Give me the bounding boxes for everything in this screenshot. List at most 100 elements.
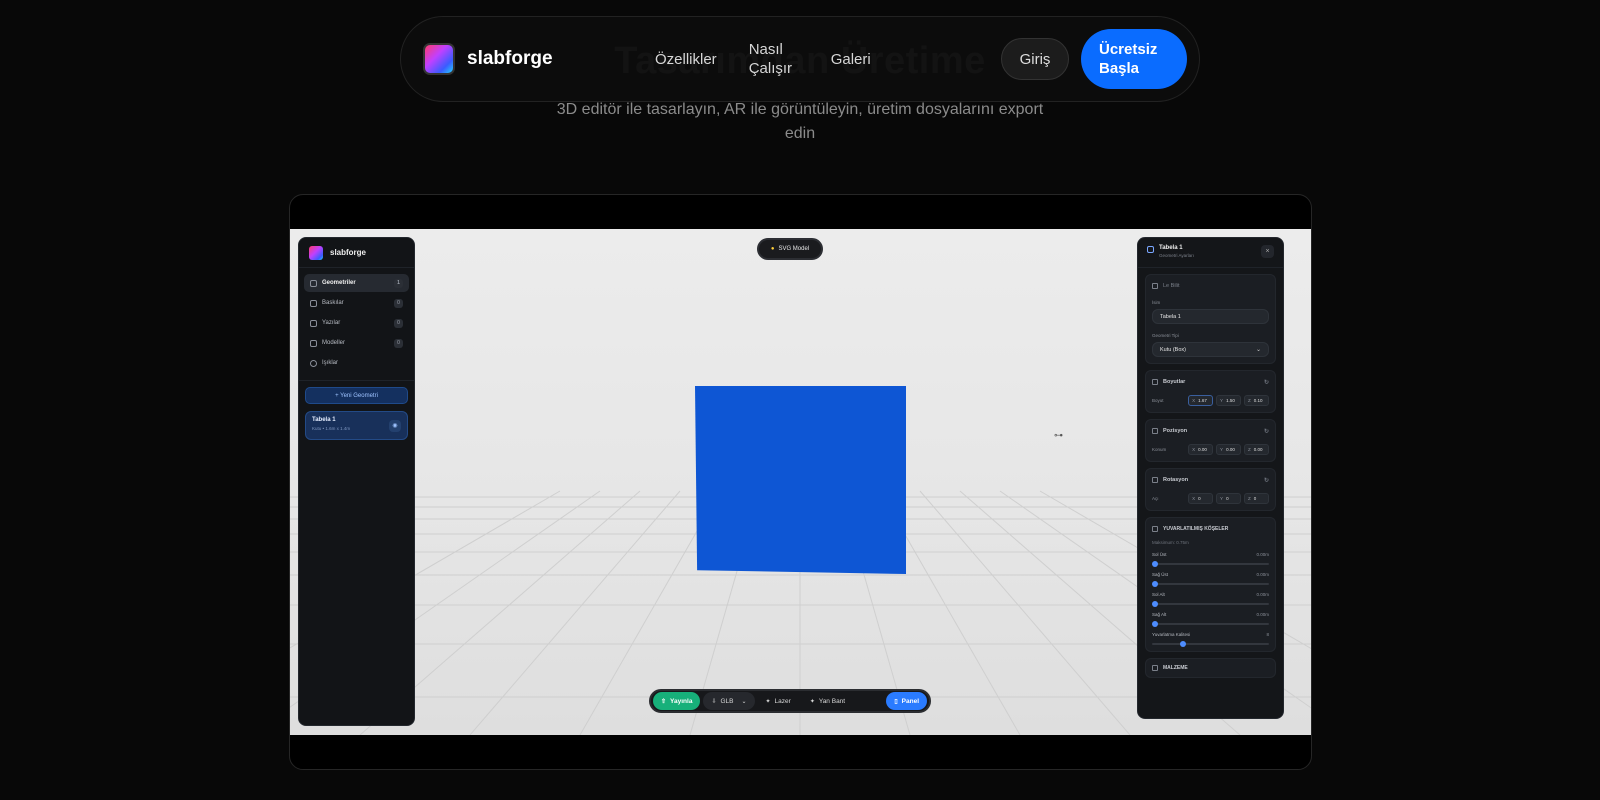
svg-model-button[interactable]: ● SVG Model: [757, 238, 823, 260]
slider-knob[interactable]: [1152, 601, 1158, 607]
material-icon: [1152, 665, 1158, 671]
name-value: Tabela 1: [1160, 313, 1181, 320]
get-started-button[interactable]: Ücretsiz Başla: [1081, 29, 1187, 89]
brand[interactable]: slabforge: [423, 43, 643, 75]
section-title: YUVARLATILMIŞ KÖŞELER: [1163, 526, 1229, 532]
slider-label: Yuvarlatma Kalitesi: [1152, 632, 1191, 637]
move-icon: [1152, 428, 1158, 434]
expand-icon: [1152, 379, 1158, 385]
cube-icon: [1147, 246, 1154, 253]
text-icon: [310, 319, 317, 327]
laser-button[interactable]: ✦ Lazer: [758, 692, 799, 710]
side-band-label: Yan Bant: [818, 697, 846, 705]
slider-value: 0.00m: [1256, 572, 1269, 577]
slider-knob[interactable]: [1152, 581, 1158, 587]
sidebar-item-models[interactable]: Modeller 0: [304, 334, 409, 352]
sidebar-item-texts[interactable]: Yazılar 0: [304, 314, 409, 332]
sidebar-item-label: Yazılar: [322, 320, 341, 326]
info-icon: [1152, 283, 1158, 289]
3d-viewport[interactable]: ⊶ slabforge Geometriler 1 Baskılar 0 Yaz…: [290, 229, 1311, 735]
chevron-down-icon: ⌄: [741, 698, 747, 705]
list-item[interactable]: Tabela 1 Kutu • 1.6m x 1.4m ◉: [305, 411, 408, 440]
section-header[interactable]: MALZEME: [1152, 663, 1269, 673]
section-header[interactable]: Rotasyon ↻: [1152, 475, 1269, 485]
chevron-down-icon: ⌄: [1255, 347, 1261, 353]
reset-icon[interactable]: ↻: [1264, 477, 1269, 484]
sidebar-item-geometries[interactable]: Geometriler 1: [304, 274, 409, 292]
cube-icon: [310, 279, 317, 287]
close-icon[interactable]: ×: [1261, 245, 1274, 258]
sidebar-item-prints[interactable]: Baskılar 0: [304, 294, 409, 312]
slider-track[interactable]: [1152, 621, 1269, 627]
slider-value: 0.00m: [1256, 612, 1269, 617]
rotation-y-input[interactable]: Y0: [1216, 493, 1242, 504]
selected-box-geometry[interactable]: [695, 386, 906, 574]
corner-slider-top-left: Sol Üst 0.00m: [1152, 552, 1269, 567]
rotation-label: Açı: [1152, 496, 1159, 501]
info-section: Le Bilit İsim Tabela 1 Geometri Tipi Kut…: [1145, 274, 1276, 364]
position-x-input[interactable]: X 0.00: [1188, 444, 1214, 455]
sidebar-item-label: Modeller: [322, 340, 346, 346]
checkbox-icon[interactable]: [1152, 526, 1158, 532]
reset-icon[interactable]: ↻: [1264, 428, 1269, 435]
corner-slider-top-right: Sağ Üst 0.00m: [1152, 572, 1269, 587]
bottom-toolbar: ⇧ Yayınla ⇩ GLB ⌄ ✦ Lazer ✦ Yan Bant ▯ P…: [649, 689, 931, 713]
slider-track[interactable]: [1152, 561, 1269, 567]
new-geometry-button[interactable]: + Yeni Geometri: [305, 387, 408, 404]
size-z-value: 0.10: [1253, 398, 1263, 403]
rotation-x-input[interactable]: X0: [1188, 493, 1214, 504]
size-z-input[interactable]: Z 0.10: [1244, 395, 1270, 406]
panel-button[interactable]: ▯ Panel: [886, 692, 927, 710]
nav-actions: Giriş Ücretsiz Başla: [1001, 29, 1187, 89]
section-header[interactable]: Pozisyon ↻: [1152, 426, 1269, 436]
publish-button[interactable]: ⇧ Yayınla: [653, 692, 701, 710]
properties-title: Tabela 1: [1159, 245, 1183, 251]
upload-icon: ⇧: [661, 698, 667, 705]
reset-icon[interactable]: ↻: [1264, 379, 1269, 386]
panel-label: Panel: [901, 697, 919, 705]
divider: [299, 380, 414, 381]
move-handle-icon[interactable]: ⊶: [1054, 430, 1063, 441]
section-header[interactable]: Le Bilit: [1152, 281, 1269, 291]
slider-knob[interactable]: [1179, 641, 1186, 647]
position-row: Konum X 0.00 Y 0.00 Z 0.00: [1152, 444, 1270, 455]
eye-icon[interactable]: ◉: [389, 420, 401, 432]
section-header[interactable]: YUVARLATILMIŞ KÖŞELER: [1152, 524, 1269, 534]
slider-value: 0.00m: [1256, 552, 1269, 557]
position-z-input[interactable]: Z 0.00: [1244, 444, 1270, 455]
slider-value: 0.00m: [1256, 592, 1269, 597]
side-band-button[interactable]: ✦ Yan Bant: [802, 692, 853, 710]
slider-knob[interactable]: [1152, 561, 1158, 567]
name-label: İsim: [1152, 300, 1161, 305]
size-y-input[interactable]: Y 1.50: [1216, 395, 1242, 406]
slider-label: Sol Üst: [1152, 552, 1167, 557]
bulb-icon: [310, 359, 317, 367]
corner-slider-bottom-right: Sağ Alt 0.00m: [1152, 612, 1269, 627]
name-input[interactable]: Tabela 1: [1152, 309, 1269, 324]
brand-name: slabforge: [467, 48, 553, 69]
geometry-type-select[interactable]: Kutu (Box) ⌄: [1152, 342, 1269, 357]
nav-links: Özellikler Nasıl Çalışır Galeri: [655, 40, 903, 78]
position-section: Pozisyon ↻ Konum X 0.00 Y 0.00 Z 0.00: [1145, 419, 1276, 462]
slider-knob[interactable]: [1152, 621, 1158, 627]
nav-link-gallery[interactable]: Galeri: [831, 50, 871, 69]
slider-track[interactable]: [1152, 581, 1269, 587]
login-button[interactable]: Giriş: [1001, 38, 1069, 80]
slider-track[interactable]: [1152, 601, 1269, 607]
slider-track[interactable]: [1152, 641, 1269, 647]
position-z-value: 0.00: [1253, 447, 1263, 452]
section-header[interactable]: Boyutlar ↻: [1152, 377, 1269, 387]
count-badge: 0: [394, 338, 403, 348]
export-glb-button[interactable]: ⇩ GLB ⌄: [703, 692, 755, 710]
brand-logo-icon: [423, 43, 455, 75]
properties-subtitle: Geometri Ayarları: [1159, 253, 1194, 258]
sidebar-item-lights[interactable]: Işıklar: [304, 354, 409, 372]
nav-link-features[interactable]: Özellikler: [655, 50, 717, 69]
nav-link-how-it-works[interactable]: Nasıl Çalışır: [749, 40, 799, 78]
position-x-value: 0.00: [1198, 447, 1207, 452]
rotation-z-input[interactable]: Z0: [1244, 493, 1270, 504]
publish-label: Yayınla: [670, 697, 693, 705]
size-x-input[interactable]: X 1.67: [1188, 395, 1214, 406]
count-badge: 0: [394, 298, 403, 308]
position-y-input[interactable]: Y 0.00: [1216, 444, 1242, 455]
